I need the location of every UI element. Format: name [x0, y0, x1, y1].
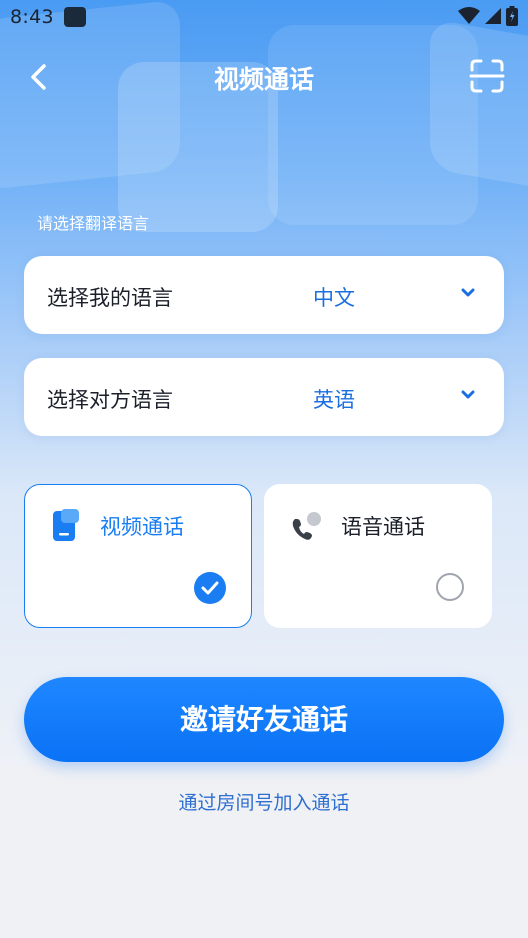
translate-language-label: 请选择翻译语言: [37, 214, 150, 233]
status-bar: 8:43: [0, 0, 528, 36]
cell-signal-icon: [485, 8, 501, 24]
app-notification-icon: [64, 7, 86, 27]
status-time: 8:43: [10, 6, 54, 28]
page-title: 视频通话: [213, 65, 314, 94]
decorative-shape: [430, 18, 528, 192]
chevron-down-icon: [461, 288, 475, 297]
peer-language-label: 选择对方语言: [47, 388, 173, 412]
voice-call-label: 语音通话: [341, 515, 425, 539]
peer-language-select[interactable]: 选择对方语言 英语: [24, 358, 504, 436]
video-call-label: 视频通话: [100, 515, 184, 539]
my-language-label: 选择我的语言: [47, 286, 173, 310]
peer-language-value: 英语: [313, 388, 355, 412]
checked-icon: [194, 572, 226, 604]
video-call-option[interactable]: 视频通话: [24, 484, 252, 628]
my-language-select[interactable]: 选择我的语言 中文: [24, 256, 504, 334]
video-call-icon: [53, 509, 79, 541]
wifi-icon: [458, 7, 480, 24]
join-by-room-link[interactable]: 通过房间号加入通话: [0, 788, 528, 815]
status-icons: [458, 6, 518, 26]
voice-call-option[interactable]: 语音通话: [264, 484, 492, 628]
phone-icon: [292, 512, 321, 540]
my-language-value: 中文: [313, 286, 355, 310]
battery-icon: [506, 6, 518, 26]
invite-friend-button[interactable]: 邀请好友通话: [24, 677, 504, 762]
radio-unchecked-icon: [436, 573, 464, 601]
chevron-down-icon: [461, 390, 475, 399]
scan-icon[interactable]: [469, 58, 505, 94]
